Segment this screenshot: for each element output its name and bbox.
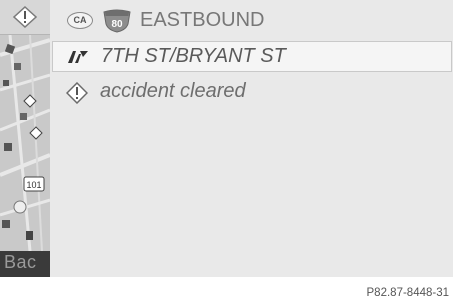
svg-text:101: 101 <box>26 180 41 190</box>
warning-diamond-icon <box>13 6 37 28</box>
state-badge: CA <box>67 12 93 29</box>
route-header: CA 80 EASTBOUND <box>50 0 453 40</box>
traffic-menu-cell[interactable] <box>0 0 50 35</box>
back-button[interactable]: Bac <box>0 251 50 277</box>
route-101-shield: 101 <box>23 176 45 192</box>
map-preview: 101 <box>0 34 50 252</box>
traffic-message-list: CA 80 EASTBOUND 7TH ST/BRYANT ST acciden… <box>50 0 453 277</box>
message-location: 7TH ST/BRYANT ST <box>101 45 286 67</box>
warning-diamond-icon <box>66 82 88 104</box>
back-label: Bac <box>4 252 37 272</box>
traffic-report-icon <box>68 51 88 63</box>
svg-text:80: 80 <box>111 19 123 30</box>
interstate-shield-icon: 80 <box>103 9 131 33</box>
list-item[interactable]: accident cleared <box>52 78 452 108</box>
figure-footer: P82.87-8448-31 <box>0 277 453 307</box>
map-strip: 101 Bac <box>0 0 50 277</box>
message-text: accident cleared <box>100 80 246 102</box>
direction-title: EASTBOUND <box>140 9 265 31</box>
list-item[interactable]: 7TH ST/BRYANT ST <box>52 41 452 72</box>
figure-reference: P82.87-8448-31 <box>366 287 449 299</box>
